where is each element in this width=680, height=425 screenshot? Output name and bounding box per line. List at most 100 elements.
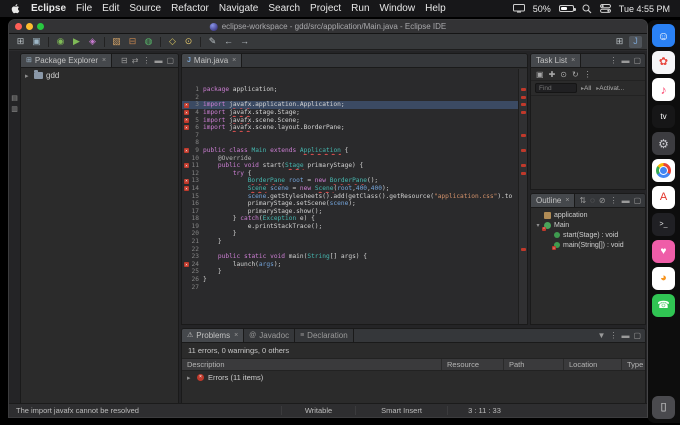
- external-tools-icon[interactable]: ◈: [86, 36, 99, 48]
- tab-outline[interactable]: Outline ×: [531, 194, 576, 207]
- code-editor[interactable]: 1 package application; 2 × 3 import javafx.ap…: [182, 69, 518, 324]
- collapse-all-icon[interactable]: ⊟: [121, 56, 128, 65]
- debug-icon[interactable]: ◉: [54, 36, 67, 48]
- column-header-path[interactable]: Path: [504, 359, 564, 370]
- minimized-view-icon-1[interactable]: ▤: [11, 95, 18, 102]
- error-ruler-mark[interactable]: [520, 133, 526, 137]
- close-icon[interactable]: ×: [232, 57, 236, 64]
- error-ruler-mark[interactable]: [520, 164, 526, 168]
- minimize-icon[interactable]: ▬: [621, 56, 629, 65]
- close-icon[interactable]: ×: [102, 57, 106, 64]
- dock-app-pink[interactable]: ♥: [652, 240, 675, 263]
- filter-icon[interactable]: ▼: [598, 331, 606, 340]
- view-menu-icon[interactable]: ⋮: [609, 56, 617, 65]
- new-wizard-icon[interactable]: ⊞: [14, 36, 27, 48]
- scheduled-icon[interactable]: ⊙: [560, 70, 567, 79]
- display-icon[interactable]: [512, 4, 525, 13]
- tab-problems[interactable]: ⚠ Problems ×: [182, 329, 245, 342]
- filter-activat[interactable]: ▸Activat...: [596, 85, 624, 92]
- minimize-icon[interactable]: ▬: [622, 196, 630, 205]
- error-marker-icon[interactable]: ×: [184, 117, 189, 123]
- error-ruler-mark[interactable]: [520, 171, 526, 175]
- menu-project[interactable]: Project: [310, 3, 341, 14]
- error-ruler-mark[interactable]: [520, 88, 526, 92]
- overview-ruler[interactable]: [518, 69, 527, 324]
- hide-fields-icon[interactable]: ◌: [590, 196, 595, 205]
- forward-icon[interactable]: →: [238, 36, 251, 48]
- app-menu[interactable]: Eclipse: [31, 3, 66, 14]
- menu-refactor[interactable]: Refactor: [171, 3, 209, 14]
- java-perspective-button[interactable]: J: [629, 35, 642, 48]
- error-marker-icon[interactable]: ×: [184, 102, 189, 108]
- view-menu-icon[interactable]: ⋮: [609, 331, 617, 340]
- dock-app-green[interactable]: ☎: [652, 294, 675, 317]
- column-header-resource[interactable]: Resource: [442, 359, 504, 370]
- control-center-icon[interactable]: [599, 4, 611, 13]
- maximize-icon[interactable]: ▢: [633, 56, 641, 65]
- maximize-icon[interactable]: ▢: [634, 196, 642, 205]
- problems-group-row[interactable]: ▸ × Errors (11 items): [182, 371, 645, 384]
- column-header-location[interactable]: Location: [564, 359, 622, 370]
- dock-settings[interactable]: ⚙: [652, 132, 675, 155]
- hide-static-icon[interactable]: ⊘: [599, 196, 606, 205]
- new-task-icon[interactable]: ▣: [536, 70, 544, 79]
- error-marker-icon[interactable]: ×: [184, 110, 189, 116]
- close-icon[interactable]: ×: [571, 57, 575, 64]
- close-icon[interactable]: ×: [565, 197, 569, 204]
- dock-music[interactable]: ♪: [652, 78, 675, 101]
- dock-apple-tv[interactable]: tv: [652, 105, 675, 128]
- add-task-icon[interactable]: ✚: [549, 70, 556, 79]
- dock-acrobat[interactable]: A: [652, 186, 675, 209]
- menu-help[interactable]: Help: [425, 3, 446, 14]
- error-ruler-mark[interactable]: [520, 111, 526, 114]
- save-icon[interactable]: ▣: [30, 36, 43, 48]
- tab-main-java[interactable]: J Main.java ×: [182, 54, 243, 67]
- window-titlebar[interactable]: eclipse-workspace - gdd/src/application/…: [9, 20, 647, 34]
- close-button[interactable]: [15, 23, 22, 30]
- maximize-icon[interactable]: ▢: [166, 56, 174, 65]
- new-package-icon[interactable]: ⊟: [126, 36, 139, 48]
- search-icon[interactable]: ⊙: [182, 36, 195, 48]
- new-class-icon[interactable]: ◍: [142, 36, 155, 48]
- column-header-description[interactable]: Description: [182, 359, 442, 370]
- menu-file[interactable]: File: [76, 3, 92, 14]
- dock-finder[interactable]: ☺: [652, 24, 675, 47]
- menu-run[interactable]: Run: [351, 3, 369, 14]
- link-editor-icon[interactable]: ⇄: [132, 56, 139, 65]
- error-marker-icon[interactable]: ×: [184, 186, 189, 192]
- expand-arrow[interactable]: ▸: [187, 374, 193, 382]
- spotlight-icon[interactable]: [582, 4, 592, 14]
- more-icon[interactable]: ⋮: [584, 70, 592, 79]
- new-java-project-icon[interactable]: ▧: [110, 36, 123, 48]
- back-icon[interactable]: ←: [222, 36, 235, 48]
- dock-app-red-white[interactable]: ✿: [652, 51, 675, 74]
- sort-icon[interactable]: ⇅: [579, 196, 586, 205]
- tab-declaration[interactable]: ≡ Declaration: [295, 329, 354, 342]
- tab-javadoc[interactable]: @ Javadoc: [244, 329, 296, 342]
- view-menu-icon[interactable]: ⋮: [610, 196, 618, 205]
- error-marker-icon[interactable]: ×: [184, 163, 189, 169]
- open-perspective-icon[interactable]: ⊞: [613, 36, 626, 48]
- open-type-icon[interactable]: ◇: [166, 36, 179, 48]
- expand-arrow[interactable]: ▾: [535, 222, 541, 229]
- outline-item-method[interactable]: start(Stage) : void: [531, 230, 645, 240]
- run-icon[interactable]: ▶: [70, 36, 83, 48]
- error-marker-icon[interactable]: ×: [184, 262, 189, 268]
- filter-all[interactable]: ▸All: [581, 85, 591, 92]
- close-icon[interactable]: ×: [234, 332, 238, 339]
- dock-app-orange[interactable]: ◕: [652, 267, 675, 290]
- last-edit-icon[interactable]: ✎: [206, 36, 219, 48]
- minimized-view-icon-2[interactable]: ▥: [11, 106, 18, 113]
- apple-menu-icon[interactable]: [10, 3, 21, 14]
- sync-icon[interactable]: ↻: [572, 70, 579, 79]
- error-marker-icon[interactable]: ×: [184, 125, 189, 131]
- menu-edit[interactable]: Edit: [102, 3, 119, 14]
- menu-source[interactable]: Source: [129, 3, 161, 14]
- dock-terminal[interactable]: >_: [652, 213, 675, 236]
- expand-arrow[interactable]: ▸: [25, 72, 31, 80]
- minimize-button[interactable]: [26, 23, 33, 30]
- tab-package-explorer[interactable]: ⊞ Package Explorer ×: [21, 54, 113, 67]
- dock-chrome[interactable]: [652, 159, 675, 182]
- menu-search[interactable]: Search: [268, 3, 300, 14]
- maximize-icon[interactable]: ▢: [633, 331, 641, 340]
